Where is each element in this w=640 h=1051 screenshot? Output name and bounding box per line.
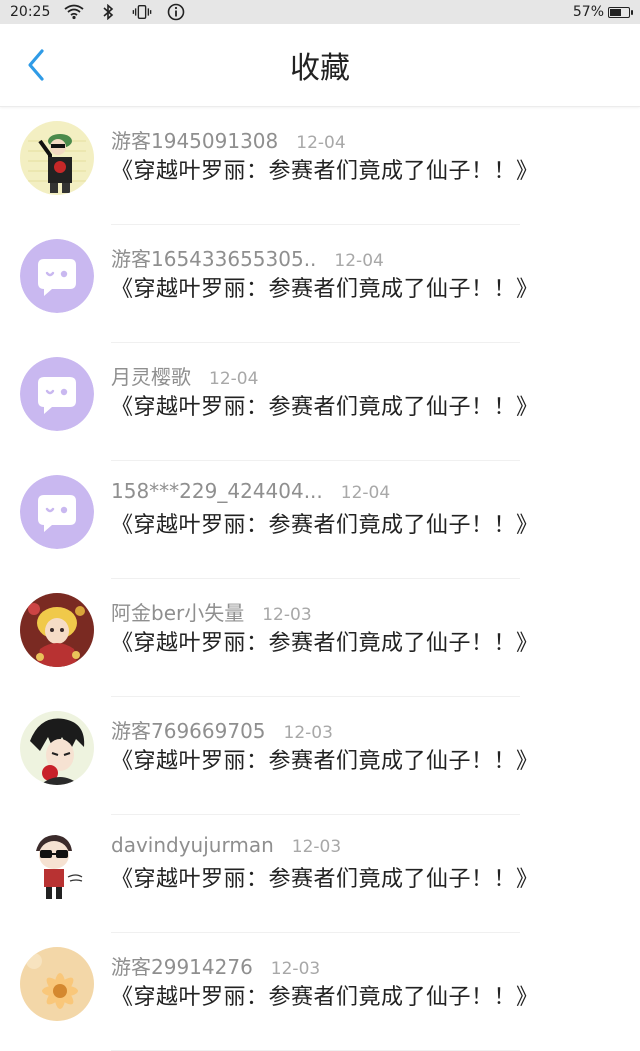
user-name[interactable]: 阿金ber小失量 <box>111 597 244 626</box>
favorite-date: 12-04 <box>296 133 346 153</box>
favorite-date: 12-04 <box>340 483 391 503</box>
favorite-item[interactable]: 游客29914276 12-03 《穿越叶罗丽：参赛者们竟成了仙子！！》 <box>0 933 640 1051</box>
favorite-date: 12-04 <box>209 369 259 389</box>
favorites-list: 游客1945091308 12-04 《穿越叶罗丽：参赛者们竟成了仙子！！》 游… <box>0 107 640 1051</box>
battery-icon <box>608 6 633 18</box>
novel-title[interactable]: 《穿越叶罗丽：参赛者们竟成了仙子！！》 <box>111 861 539 893</box>
user-name[interactable]: 游客1945091308 <box>111 125 278 154</box>
favorite-item[interactable]: 游客165433655305.. 12-04 《穿越叶罗丽：参赛者们竟成了仙子！… <box>0 225 640 343</box>
favorite-date: 12-04 <box>334 251 384 271</box>
novel-title[interactable]: 《穿越叶罗丽：参赛者们竟成了仙子！！》 <box>111 743 539 775</box>
novel-title[interactable]: 《穿越叶罗丽：参赛者们竟成了仙子！！》 <box>111 979 539 1011</box>
battery-percent: 57% <box>572 4 604 20</box>
cartoon-boy-avatar-icon <box>20 121 94 195</box>
chevron-left-icon <box>28 49 44 81</box>
user-name[interactable]: 游客165433655305.. <box>111 243 316 272</box>
status-time: 20:25 <box>10 4 51 20</box>
app-header: 收藏 <box>0 24 640 107</box>
favorite-item[interactable]: 158***229_424404... 12-04 《穿越叶罗丽：参赛者们竟成了… <box>0 461 640 579</box>
avatar[interactable] <box>20 121 94 195</box>
avatar[interactable] <box>20 829 94 903</box>
user-name[interactable]: 月灵樱歌 <box>111 361 191 390</box>
favorite-date: 12-03 <box>270 959 321 979</box>
bluetooth-icon <box>98 4 118 20</box>
novel-title[interactable]: 《穿越叶罗丽：参赛者们竟成了仙子！！》 <box>111 153 539 185</box>
info-icon <box>166 3 186 21</box>
user-name[interactable]: 游客29914276 <box>111 951 253 980</box>
wifi-icon <box>64 4 84 20</box>
favorite-date: 12-03 <box>262 605 312 625</box>
vibrate-icon <box>132 4 152 20</box>
favorite-item[interactable]: davindyujurman 12-03 《穿越叶罗丽：参赛者们竟成了仙子！！》 <box>0 815 640 933</box>
novel-title[interactable]: 《穿越叶罗丽：参赛者们竟成了仙子！！》 <box>111 389 539 421</box>
novel-title[interactable]: 《穿越叶罗丽：参赛者们竟成了仙子！！》 <box>111 271 539 303</box>
avatar[interactable] <box>20 711 94 785</box>
default-chat-avatar-icon <box>20 357 94 431</box>
back-button[interactable] <box>18 47 54 83</box>
default-chat-avatar-icon <box>20 475 94 549</box>
anime-girl-avatar-icon <box>20 593 94 667</box>
avatar[interactable] <box>20 239 94 313</box>
favorite-item[interactable]: 月灵樱歌 12-04 《穿越叶罗丽：参赛者们竟成了仙子！！》 <box>0 343 640 461</box>
favorite-item[interactable]: 游客769669705 12-03 《穿越叶罗丽：参赛者们竟成了仙子！！》 <box>0 697 640 815</box>
status-bar: 20:25 57% <box>0 0 640 24</box>
avatar[interactable] <box>20 947 94 1021</box>
novel-title[interactable]: 《穿越叶罗丽：参赛者们竟成了仙子！！》 <box>111 625 539 657</box>
anime-boy-avatar-icon <box>20 711 94 785</box>
user-name[interactable]: 游客769669705 <box>111 715 266 744</box>
flower-avatar-icon <box>20 947 94 1021</box>
avatar[interactable] <box>20 593 94 667</box>
avatar[interactable] <box>20 475 94 549</box>
page-title: 收藏 <box>290 51 350 86</box>
user-name[interactable]: davindyujurman <box>111 833 274 857</box>
avatar[interactable] <box>20 357 94 431</box>
hello-character-avatar-icon <box>20 829 94 903</box>
favorite-date: 12-03 <box>291 837 342 857</box>
favorite-item[interactable]: 阿金ber小失量 12-03 《穿越叶罗丽：参赛者们竟成了仙子！！》 <box>0 579 640 697</box>
favorite-item[interactable]: 游客1945091308 12-04 《穿越叶罗丽：参赛者们竟成了仙子！！》 <box>0 107 640 225</box>
favorite-date: 12-03 <box>283 723 333 743</box>
default-chat-avatar-icon <box>20 239 94 313</box>
novel-title[interactable]: 《穿越叶罗丽：参赛者们竟成了仙子！！》 <box>111 507 539 539</box>
user-name[interactable]: 158***229_424404... <box>111 479 323 503</box>
